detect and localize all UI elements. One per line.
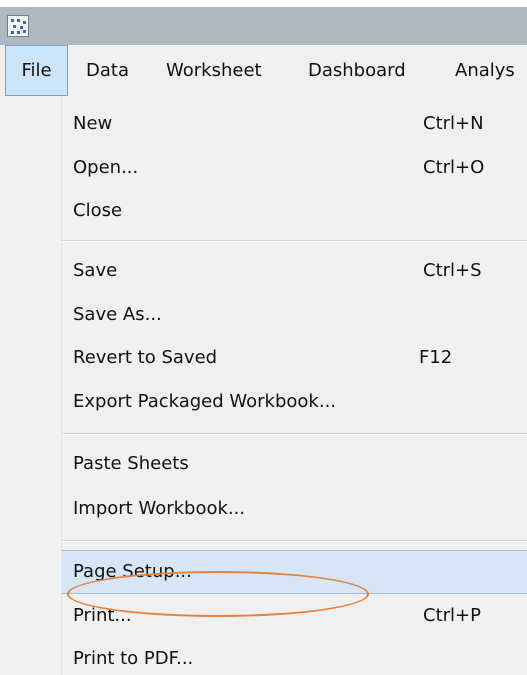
tableau-app-icon[interactable] [7, 15, 29, 37]
menu-separator [62, 540, 527, 542]
menu-bar: File Data Worksheet Dashboard Analys [0, 45, 527, 97]
menu-item-open[interactable]: Open... Ctrl+O [62, 146, 527, 190]
menu-item-print-to-pdf[interactable]: Print to PDF... [62, 637, 527, 675]
menu-item-save-as-label: Save As... [73, 304, 162, 325]
menu-item-new-label: New [73, 113, 113, 134]
menu-item-export-packaged-workbook-label: Export Packaged Workbook... [73, 391, 337, 412]
menu-item-save-shortcut: Ctrl+S [423, 260, 482, 281]
menu-item-paste-sheets-label: Paste Sheets [73, 453, 189, 474]
menu-item-import-workbook[interactable]: Import Workbook... [62, 487, 527, 531]
menu-file-label: File [21, 60, 52, 81]
menu-separator [62, 433, 527, 435]
menu-item-revert-to-saved-label: Revert to Saved [73, 347, 218, 368]
menu-worksheet[interactable]: Worksheet [166, 45, 262, 96]
menu-data-label: Data [86, 60, 129, 81]
menu-separator [62, 240, 527, 242]
menu-item-print-to-pdf-label: Print to PDF... [73, 648, 194, 669]
application-window: File Data Worksheet Dashboard Analys New… [0, 0, 527, 675]
menu-item-close[interactable]: Close [62, 189, 527, 233]
menu-worksheet-label: Worksheet [166, 60, 262, 81]
menu-item-save-label: Save [73, 260, 118, 281]
menu-item-new[interactable]: New Ctrl+N [62, 102, 527, 146]
menu-item-print-shortcut: Ctrl+P [423, 605, 481, 626]
menu-item-import-workbook-label: Import Workbook... [73, 498, 246, 519]
title-bar [0, 7, 527, 45]
menu-item-paste-sheets[interactable]: Paste Sheets [62, 442, 527, 486]
menu-item-open-label: Open... [73, 157, 139, 178]
menu-item-page-setup-label: Page Setup... [73, 561, 192, 582]
menu-analysis-label: Analys [455, 60, 515, 81]
menu-item-save[interactable]: Save Ctrl+S [62, 249, 527, 293]
menu-item-close-label: Close [73, 200, 123, 221]
menu-dashboard-label: Dashboard [308, 60, 406, 81]
menu-item-export-packaged-workbook[interactable]: Export Packaged Workbook... [62, 380, 527, 424]
menu-item-page-setup[interactable]: Page Setup... [62, 550, 527, 594]
menu-item-open-shortcut: Ctrl+O [423, 157, 485, 178]
menu-file[interactable]: File [5, 45, 68, 96]
menu-item-new-shortcut: Ctrl+N [423, 113, 484, 134]
menu-item-revert-to-saved-shortcut: F12 [419, 347, 453, 368]
menu-item-print-label: Print... [73, 605, 132, 626]
menu-item-save-as[interactable]: Save As... [62, 293, 527, 337]
file-menu: New Ctrl+N Open... Ctrl+O Close Save Ctr… [0, 96, 527, 675]
menu-item-print[interactable]: Print... Ctrl+P [62, 594, 527, 638]
menu-data[interactable]: Data [86, 45, 129, 96]
menu-analysis[interactable]: Analys [455, 45, 515, 96]
menu-item-revert-to-saved[interactable]: Revert to Saved F12 [62, 336, 527, 380]
menu-dashboard[interactable]: Dashboard [308, 45, 406, 96]
